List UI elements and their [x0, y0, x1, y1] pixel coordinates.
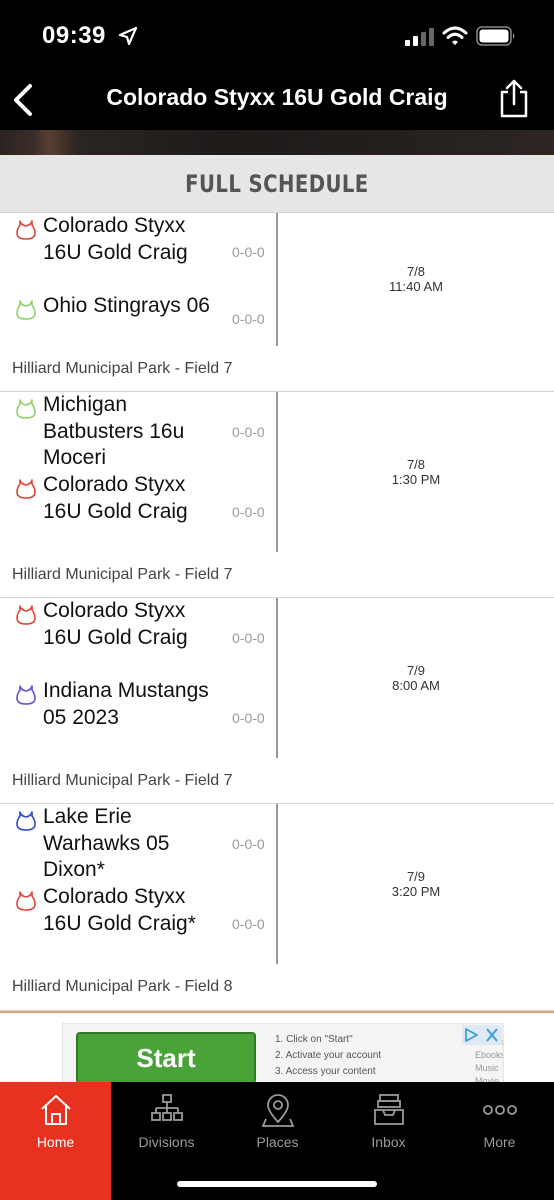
nav-bar: Colorado Styxx 16U Gold Craig: [0, 74, 554, 130]
tab-home[interactable]: Home: [0, 1082, 111, 1200]
jersey-icon: [16, 220, 36, 240]
inbox-icon: [373, 1094, 404, 1125]
ad-box[interactable]: Start 1. Click on "Start" 2. Activate yo…: [62, 1023, 504, 1084]
game-time: 11:40 AM: [389, 279, 443, 294]
team-name: Michigan Batbusters 16u Moceri: [43, 393, 185, 469]
status-time: 09:39: [42, 22, 106, 49]
game-datetime: 7/9 8:00 AM: [278, 663, 554, 693]
game-date: 7/9: [406, 663, 426, 678]
team-name: Colorado Styxx 16U Gold Craig: [43, 214, 188, 264]
tab-label: More: [483, 1134, 516, 1150]
team-name: Ohio Stingrays 06: [43, 294, 210, 317]
jersey-icon: [16, 300, 36, 320]
back-chevron-icon[interactable]: [10, 82, 36, 118]
divisions-icon: [150, 1094, 183, 1121]
home-indicator[interactable]: [177, 1181, 377, 1187]
game-card[interactable]: Colorado Styxx 16U Gold Craig 0-0-0 Indi…: [0, 598, 554, 804]
tab-label: Divisions: [138, 1134, 195, 1150]
game-datetime: 7/8 1:30 PM: [278, 457, 554, 487]
cellular-signal-icon: [405, 28, 434, 46]
status-bar: 09:39: [0, 0, 554, 74]
team-record: 0-0-0: [232, 836, 265, 852]
jersey-icon: [16, 685, 36, 705]
game-time: 8:00 AM: [392, 678, 440, 693]
game-card[interactable]: Lake Erie Warhawks 05 Dixon* 0-0-0 Color…: [0, 804, 554, 1011]
team-name: Indiana Mustangs 05 2023: [43, 679, 209, 729]
game-time: 3:20 PM: [391, 884, 441, 899]
places-icon: [261, 1094, 294, 1127]
jersey-icon: [16, 605, 36, 625]
schedule-title: FULL SCHEDULE: [185, 169, 369, 198]
ad-category: Ebooks: [475, 1050, 504, 1060]
game-date: 7/9: [406, 869, 426, 884]
tab-label: Places: [256, 1134, 299, 1150]
battery-icon: [476, 26, 515, 46]
tab-label: Home: [36, 1134, 75, 1150]
schedule-header: FULL SCHEDULE: [0, 155, 554, 213]
game-time: 1:30 PM: [391, 472, 441, 487]
page-title: Colorado Styxx 16U Gold Craig: [106, 84, 448, 110]
jersey-icon: [16, 479, 36, 499]
share-icon[interactable]: [498, 78, 530, 118]
jersey-icon: [16, 811, 36, 831]
game-location: Hilliard Municipal Park - Field 8: [12, 978, 233, 995]
team-record: 0-0-0: [232, 311, 265, 327]
team-record: 0-0-0: [232, 916, 265, 932]
ad-step: 3. Access your content: [275, 1066, 376, 1077]
game-card[interactable]: Michigan Batbusters 16u Moceri 0-0-0 Col…: [0, 392, 554, 598]
game-date: 7/8: [406, 264, 426, 279]
ad-steps: 1. Click on "Start" 2. Activate your acc…: [275, 1032, 381, 1080]
team-name: Colorado Styxx 16U Gold Craig: [43, 599, 188, 649]
team-banner-photo: [0, 130, 554, 155]
ad-banner: Start 1. Click on "Start" 2. Activate yo…: [0, 1011, 554, 1084]
team-record: 0-0-0: [232, 504, 265, 520]
game-card[interactable]: Colorado Styxx 16U Gold Craig 0-0-0 Ohio…: [0, 213, 554, 392]
ad-start-button[interactable]: Start: [76, 1032, 256, 1083]
team-record: 0-0-0: [232, 424, 265, 440]
team-record: 0-0-0: [232, 244, 265, 260]
team-record: 0-0-0: [232, 630, 265, 646]
ad-step: 2. Activate your account: [275, 1050, 382, 1061]
game-location: Hilliard Municipal Park - Field 7: [12, 772, 233, 789]
more-icon: [482, 1105, 517, 1115]
location-arrow-icon: [118, 26, 138, 46]
jersey-icon: [16, 399, 36, 419]
team-name: Lake Erie Warhawks 05 Dixon*: [43, 805, 170, 881]
ad-choices-icon[interactable]: [462, 1025, 502, 1045]
jersey-icon: [16, 891, 36, 911]
game-datetime: 7/8 11:40 AM: [278, 264, 554, 294]
game-location: Hilliard Municipal Park - Field 7: [12, 566, 233, 583]
team-name: Colorado Styxx 16U Gold Craig: [43, 473, 188, 523]
home-icon: [40, 1095, 71, 1125]
team-name: Colorado Styxx 16U Gold Craig*: [43, 885, 196, 935]
ad-category: Music: [475, 1063, 499, 1073]
tab-more[interactable]: More: [444, 1082, 554, 1200]
team-record: 0-0-0: [232, 710, 265, 726]
ad-step: 1. Click on "Start": [275, 1034, 353, 1045]
wifi-icon: [442, 26, 468, 45]
tab-label: Inbox: [371, 1134, 406, 1150]
game-location: Hilliard Municipal Park - Field 7: [12, 360, 233, 377]
game-date: 7/8: [406, 457, 426, 472]
game-datetime: 7/9 3:20 PM: [278, 869, 554, 899]
